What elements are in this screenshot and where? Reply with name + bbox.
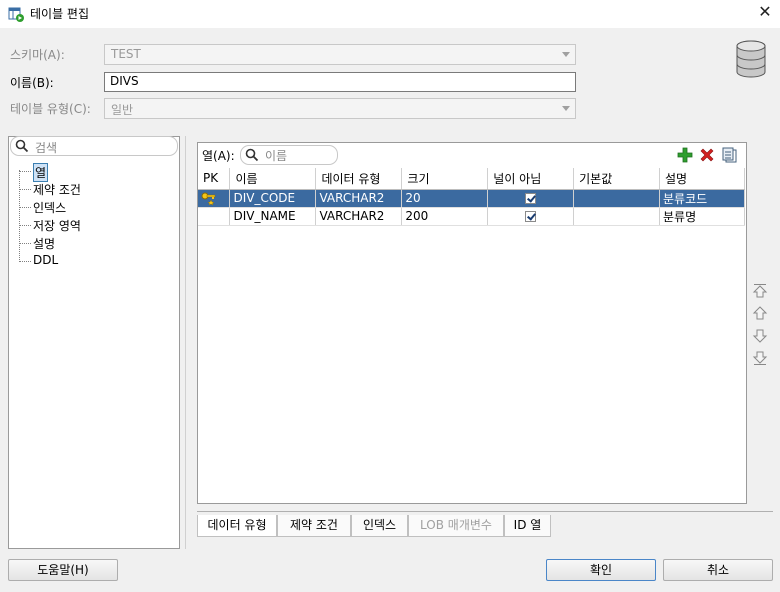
nav-search-placeholder: 검색 (35, 141, 58, 155)
tab-constraints[interactable]: 제약 조건 (277, 515, 351, 537)
edit-table-dialog: 테이블 편집 ✕ 스키마(A): TEST 이름(B): DIVS 테이블 유형… (0, 0, 780, 592)
header-default[interactable]: 기본값 (573, 168, 660, 190)
move-down-icon[interactable] (751, 327, 769, 345)
name-cell[interactable]: DIV_CODE (229, 189, 317, 208)
size-cell[interactable]: 200 (401, 207, 489, 226)
default-cell[interactable] (573, 207, 660, 226)
tree-guide-line (19, 170, 20, 262)
nav-item-columns[interactable]: 열 (33, 163, 49, 182)
name-cell[interactable]: DIV_NAME (229, 207, 317, 226)
not-null-cell[interactable] (487, 189, 575, 208)
tabs-divider (197, 511, 773, 512)
not-null-checkbox[interactable] (525, 211, 537, 222)
database-icon (736, 40, 766, 78)
nav-search-input[interactable]: 검색 (10, 136, 178, 156)
help-button[interactable]: 도움말(H) (8, 559, 118, 581)
move-bottom-icon[interactable] (751, 349, 769, 367)
tree-guide-line (19, 207, 31, 208)
size-cell[interactable]: 20 (401, 189, 489, 208)
table-type-value: 일반 (111, 103, 134, 117)
close-button[interactable]: ✕ (752, 2, 778, 24)
search-icon (245, 148, 259, 162)
pk-cell[interactable] (198, 189, 231, 208)
header-comment[interactable]: 설명 (659, 168, 745, 190)
title-bar: 테이블 편집 ✕ (0, 0, 780, 28)
columns-search-placeholder: 이름 (265, 149, 288, 163)
not-null-cell[interactable] (487, 207, 575, 226)
tab-identity-column[interactable]: ID 열 (504, 515, 551, 537)
delete-column-icon[interactable] (698, 146, 716, 164)
schema-label: 스키마(A): (10, 48, 65, 62)
header-not-null[interactable]: 널이 아님 (487, 168, 575, 190)
search-icon (15, 139, 29, 153)
chevron-down-icon (562, 52, 570, 57)
columns-search-input[interactable]: 이름 (240, 145, 338, 165)
move-up-icon[interactable] (751, 304, 769, 322)
nav-item-indexes[interactable]: 인덱스 (33, 199, 66, 216)
data-type-cell[interactable]: VARCHAR2 (315, 207, 403, 226)
tree-guide-line (19, 189, 31, 190)
data-type-cell[interactable]: VARCHAR2 (315, 189, 403, 208)
nav-item-comment[interactable]: 설명 (33, 235, 55, 252)
table-header-row: PK 이름 데이터 유형 크기 널이 아님 기본값 설명 (198, 168, 745, 190)
panel-splitter[interactable] (185, 136, 187, 549)
nav-item-ddl[interactable]: DDL (33, 253, 58, 267)
tab-indexes[interactable]: 인덱스 (351, 515, 408, 537)
header-name[interactable]: 이름 (229, 168, 317, 190)
columns-table: PK 이름 데이터 유형 크기 널이 아님 기본값 설명 DIV_CODE VA… (198, 168, 745, 226)
not-null-checkbox[interactable] (525, 193, 537, 204)
tree-guide-line (19, 225, 31, 226)
schema-value: TEST (111, 47, 141, 61)
table-name-input[interactable]: DIVS (104, 72, 576, 92)
default-cell[interactable] (573, 189, 660, 208)
ok-button[interactable]: 확인 (546, 559, 656, 581)
tree-guide-line (19, 171, 31, 172)
chevron-down-icon (562, 106, 570, 111)
table-row[interactable]: DIV_CODE VARCHAR2 20 분류코드 (198, 189, 745, 208)
primary-key-icon (201, 192, 216, 206)
table-type-label: 테이블 유형(C): (10, 102, 91, 116)
window-title: 테이블 편집 (30, 7, 90, 21)
name-label: 이름(B): (10, 76, 54, 90)
table-row[interactable]: DIV_NAME VARCHAR2 200 분류명 (198, 207, 745, 226)
add-column-icon[interactable] (676, 146, 694, 164)
table-type-combo: 일반 (104, 98, 576, 119)
columns-label: 열(A): (202, 149, 235, 163)
header-size[interactable]: 크기 (401, 168, 489, 190)
comment-cell[interactable]: 분류코드 (659, 189, 745, 208)
nav-item-storage[interactable]: 저장 영역 (33, 217, 81, 234)
tree-guide-line (19, 243, 31, 244)
tab-lob-parameters[interactable]: LOB 매개변수 (408, 515, 504, 537)
header-data-type[interactable]: 데이터 유형 (315, 168, 403, 190)
tab-data-type[interactable]: 데이터 유형 (197, 515, 277, 537)
move-top-icon[interactable] (751, 282, 769, 300)
schema-combo: TEST (104, 44, 576, 65)
header-pk[interactable]: PK (198, 168, 231, 190)
edit-table-icon (8, 7, 24, 22)
tree-guide-line (19, 261, 31, 262)
comment-cell[interactable]: 분류명 (659, 207, 745, 226)
pk-cell[interactable] (198, 207, 231, 226)
nav-item-constraints[interactable]: 제약 조건 (33, 181, 81, 198)
cancel-button[interactable]: 취소 (663, 559, 773, 581)
copy-column-icon[interactable] (721, 146, 739, 164)
